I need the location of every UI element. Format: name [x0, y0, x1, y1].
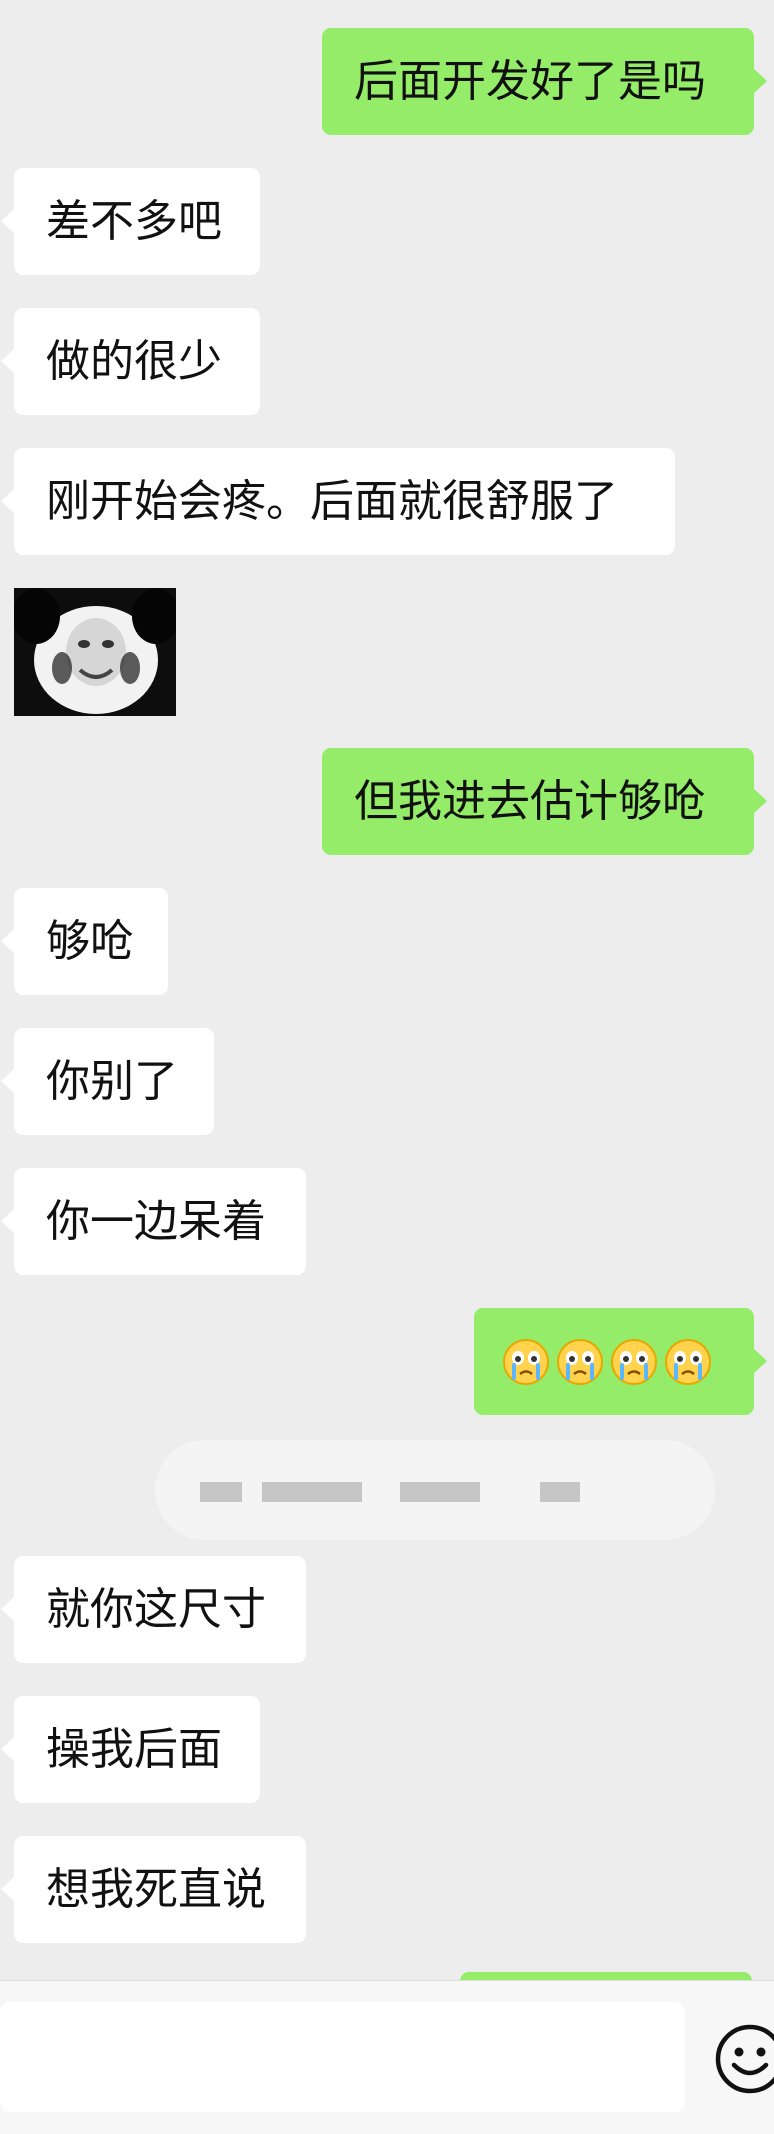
message-text: 就你这尺寸: [46, 1584, 266, 1635]
message-bubble-incoming[interactable]: 够呛: [1, 888, 168, 995]
message-text: 但我进去估计够呛: [354, 776, 706, 827]
message-text: 你别了: [46, 1056, 178, 1107]
crying-face-icon: [557, 1338, 603, 1385]
panda-meme-sticker[interactable]: [14, 588, 176, 716]
smiley-face-icon[interactable]: [712, 2021, 774, 2097]
message-bubble-incoming[interactable]: 差不多吧: [1, 168, 260, 275]
message-bubble-incoming[interactable]: 你一边呆着: [1, 1168, 306, 1275]
message-bubble-incoming[interactable]: 你别了: [1, 1028, 214, 1135]
message-text: 操我后面: [46, 1724, 222, 1775]
message-bubble-incoming[interactable]: 就你这尺寸: [1, 1556, 306, 1663]
message-text: 够呛: [46, 916, 134, 967]
message-input[interactable]: [0, 2002, 685, 2112]
crying-face-icon: [611, 1338, 657, 1385]
panda-meme-icon: [14, 588, 176, 716]
redacted-block: [262, 1482, 362, 1502]
emoji-row: [502, 1308, 726, 1415]
message-text: 想我死直说: [46, 1864, 266, 1915]
message-bubble-outgoing[interactable]: 但我进去估计够呛: [322, 748, 767, 855]
redacted-block: [540, 1482, 580, 1502]
message-text: 刚开始会疼。后面就很舒服了: [46, 476, 618, 527]
message-bubble-outgoing[interactable]: 后面开发好了是吗: [322, 28, 767, 135]
message-text: 后面开发好了是吗: [354, 56, 706, 107]
message-bubble-incoming[interactable]: 想我死直说: [1, 1836, 306, 1943]
redacted-block: [400, 1482, 480, 1502]
message-text: 差不多吧: [46, 196, 222, 247]
message-bubble-incoming[interactable]: 刚开始会疼。后面就很舒服了: [1, 448, 675, 555]
crying-face-icon: [503, 1338, 549, 1385]
redacted-block: [200, 1482, 242, 1502]
message-bubble-outgoing-emoji[interactable]: [474, 1308, 767, 1415]
chat-input-bar: [0, 1980, 774, 2134]
message-text: 做的很少: [46, 336, 222, 387]
message-bubble-incoming[interactable]: 操我后面: [1, 1696, 260, 1803]
message-text: 你一边呆着: [46, 1196, 266, 1247]
crying-face-icon: [665, 1338, 711, 1385]
message-bubble-incoming[interactable]: 做的很少: [1, 308, 260, 415]
